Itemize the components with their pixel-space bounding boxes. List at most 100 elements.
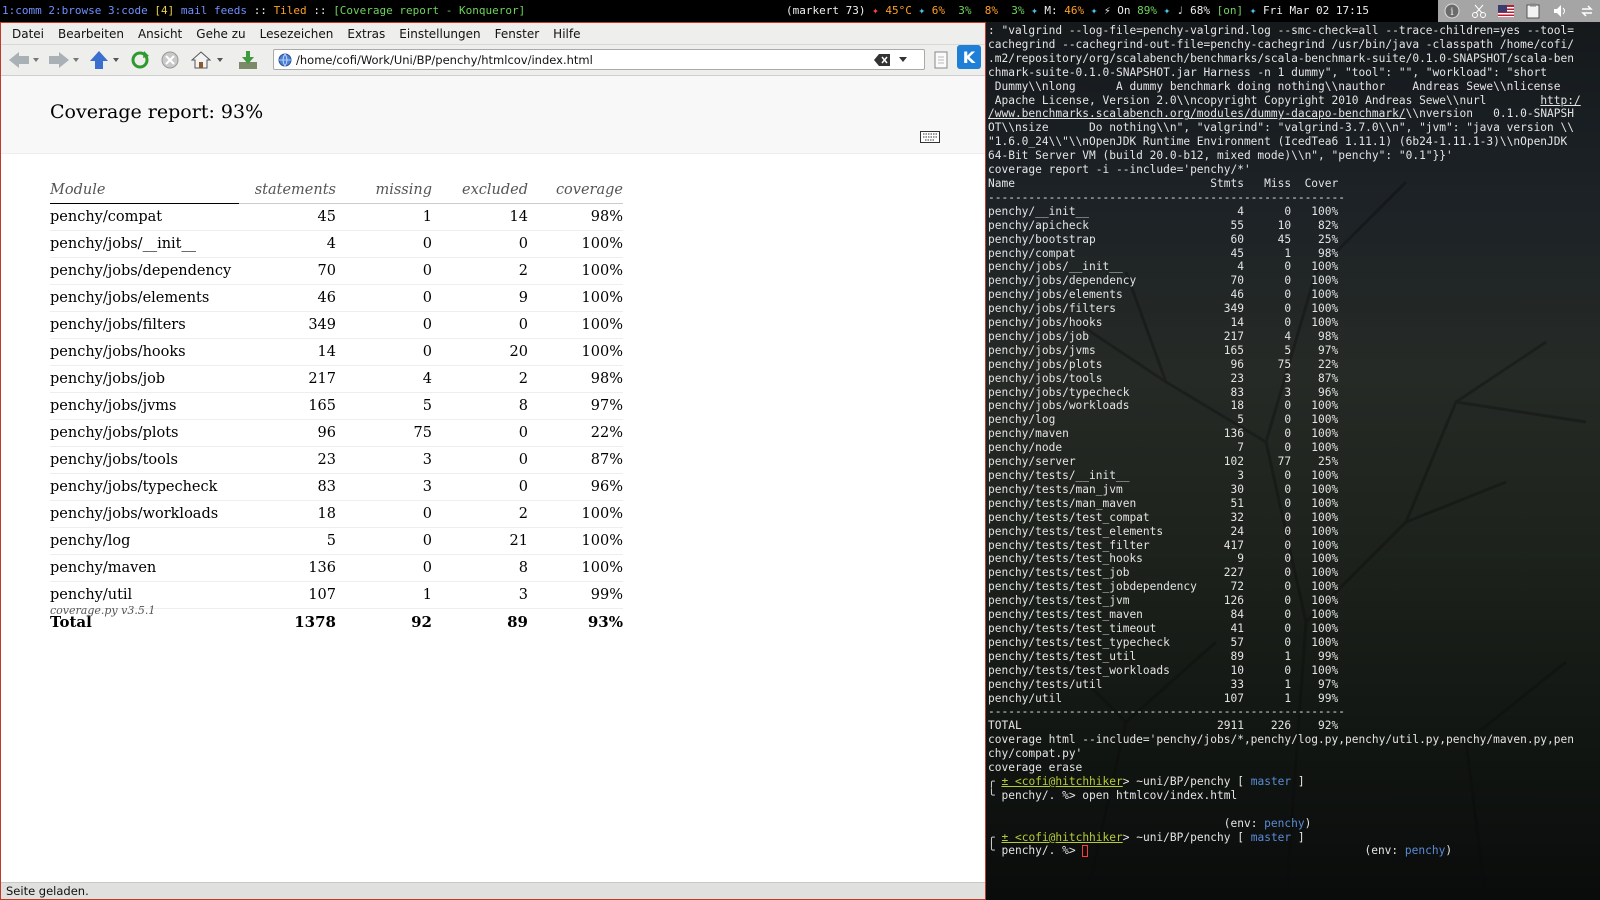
module-link[interactable]: penchy/jobs/hooks: [50, 338, 239, 366]
table-row: penchy/jobs/hooks 14 0 20 100%: [50, 338, 623, 366]
terminal-table-row: penchy/jobs/job 217 4 98%: [988, 329, 1339, 343]
reload-icon: [131, 51, 149, 69]
url-input[interactable]: [296, 50, 856, 69]
statements-cell: 5: [247, 527, 336, 555]
menu-datei[interactable]: Datei: [5, 27, 51, 41]
kde-logo-button[interactable]: K: [957, 45, 981, 69]
missing-cell: 0: [336, 527, 432, 555]
menu-extras[interactable]: Extras: [340, 27, 392, 41]
excluded-cell: 2: [432, 365, 528, 393]
module-link[interactable]: penchy/jobs/dependency: [50, 257, 239, 285]
workspace-badge: [4]: [154, 4, 175, 17]
page-title: Coverage report: 93%: [50, 100, 264, 123]
statements-cell: 4: [247, 230, 336, 258]
module-link[interactable]: penchy/jobs/typecheck: [50, 473, 239, 501]
speaker-icon[interactable]: [1552, 3, 1568, 19]
missing-cell: 3: [336, 446, 432, 474]
us-flag-icon[interactable]: [1497, 3, 1514, 19]
missing-cell: 0: [336, 284, 432, 312]
terminal-url: /www.benchmarks.scalabench.org/modules/d…: [988, 107, 1406, 121]
terminal-line: coverage html --include='penchy/jobs/*,p…: [988, 733, 1574, 747]
menu-einstellungen[interactable]: Einstellungen: [392, 27, 487, 41]
terminal-table-row: penchy/tests/test_maven 84 0 100%: [988, 608, 1339, 622]
missing-cell: 4: [336, 365, 432, 393]
terminal-table-row: penchy/jobs/typecheck 83 3 96%: [988, 385, 1339, 399]
menu-bearbeiten[interactable]: Bearbeiten: [51, 27, 131, 41]
column-missing[interactable]: missing: [336, 176, 432, 204]
reload-button[interactable]: [130, 50, 150, 70]
volume-icon: ♩: [1176, 4, 1184, 17]
home-button[interactable]: [191, 50, 229, 70]
module-link[interactable]: penchy/jobs/plots: [50, 419, 239, 447]
terminal-table-row: penchy/tests/test_util 89 1 99%: [988, 649, 1339, 663]
terminal-line: Apache License, Version 2.0\\ncopyright …: [988, 93, 1541, 107]
stop-button[interactable]: [160, 50, 180, 70]
excluded-cell: 14: [432, 203, 528, 231]
menu-hilfe[interactable]: Hilfe: [546, 27, 587, 41]
terminal-table-row: penchy/node 7 0 100%: [988, 441, 1339, 455]
module-link[interactable]: penchy/log: [50, 527, 239, 555]
menu-ansicht[interactable]: Ansicht: [131, 27, 189, 41]
terminal-table-row: penchy/tests/test_jvm 126 0 100%: [988, 594, 1339, 608]
column-excluded[interactable]: excluded: [432, 176, 528, 204]
missing-cell: 1: [336, 203, 432, 231]
terminal-table-row: penchy/util 107 1 99%: [988, 691, 1339, 705]
table-row: penchy/jobs/__init__ 4 0 0 100%: [50, 230, 623, 258]
terminal-window[interactable]: : "valgrind --log-file=penchy-valgrind.l…: [986, 22, 1600, 900]
module-link[interactable]: penchy/compat: [50, 203, 239, 231]
excluded-cell: 0: [432, 311, 528, 339]
terminal-url: http:/: [1540, 93, 1581, 107]
column-coverage[interactable]: coverage: [528, 176, 623, 204]
column-statements[interactable]: statements: [247, 176, 336, 204]
coverage-version-link[interactable]: coverage.py v3.5.1: [50, 604, 155, 617]
clear-url-icon[interactable]: [874, 54, 890, 66]
navigation-toolbar: K: [1, 45, 985, 76]
module-link[interactable]: penchy/jobs/workloads: [50, 500, 239, 528]
column-module[interactable]: Module: [50, 176, 239, 204]
keyboard-icon[interactable]: [920, 131, 940, 143]
excluded-cell: 0: [432, 419, 528, 447]
volume-level: 68%: [1190, 4, 1210, 17]
module-link[interactable]: penchy/jobs/__init__: [50, 230, 239, 258]
module-link[interactable]: penchy/jobs/jvms: [50, 392, 239, 420]
module-link[interactable]: penchy/jobs/tools: [50, 446, 239, 474]
scissors-icon[interactable]: [1471, 3, 1487, 19]
module-link[interactable]: penchy/jobs/job: [50, 365, 239, 393]
menu-gehe-zu[interactable]: Gehe zu: [189, 27, 252, 41]
globe-icon: [278, 53, 292, 67]
forward-button[interactable]: [47, 50, 81, 70]
table-row: penchy/log 5 0 21 100%: [50, 527, 623, 555]
bookmark-button[interactable]: [934, 50, 948, 70]
terminal-line: chmark-suite-0.1.0-SNAPSHOT.jar Harness …: [988, 65, 1548, 79]
menu-fenster[interactable]: Fenster: [488, 27, 547, 41]
module-link[interactable]: penchy/jobs/elements: [50, 284, 239, 312]
memory-label: M:: [1044, 4, 1058, 17]
back-button[interactable]: [7, 50, 41, 70]
menu-bar: Datei Bearbeiten Ansicht Gehe zu Lesezei…: [1, 23, 985, 45]
workspace-list[interactable]: 1:comm 2:browse 3:code: [2, 4, 148, 17]
clipboard-icon[interactable]: [1525, 3, 1541, 19]
excluded-cell: 0: [432, 230, 528, 258]
volume-state: [on]: [1216, 4, 1244, 17]
terminal-table-row: penchy/jobs/tools 23 3 87%: [988, 371, 1339, 385]
konqueror-window: Datei Bearbeiten Ansicht Gehe zu Lesezei…: [0, 22, 986, 900]
table-header-row: Module statements missing excluded cover…: [50, 176, 623, 204]
module-link[interactable]: penchy/maven: [50, 554, 239, 582]
terminal-prompt: penchy/. %>: [1001, 844, 1083, 858]
cpu-load-1: 6%: [931, 4, 945, 17]
feeds-label[interactable]: mail feeds: [181, 4, 247, 17]
terminal-line: chy/compat.py': [988, 747, 1083, 761]
download-button[interactable]: [237, 50, 259, 70]
up-button[interactable]: [89, 50, 123, 70]
terminal-table-row: penchy/__init__ 4 0 100%: [988, 204, 1339, 218]
menu-lesezeichen[interactable]: Lesezeichen: [253, 27, 341, 41]
network-icon[interactable]: [1579, 3, 1595, 19]
terminal-separator: ----------------------------------------…: [988, 190, 1345, 204]
excluded-cell: 9: [432, 284, 528, 312]
total-coverage: 93%: [528, 608, 623, 635]
module-link[interactable]: penchy/jobs/filters: [50, 311, 239, 339]
terminal-table-header: Name Stmts Miss Cover: [988, 176, 1339, 190]
chevron-down-icon[interactable]: [898, 55, 908, 65]
missing-cell: 1: [336, 581, 432, 609]
info-icon[interactable]: i: [1444, 3, 1460, 19]
